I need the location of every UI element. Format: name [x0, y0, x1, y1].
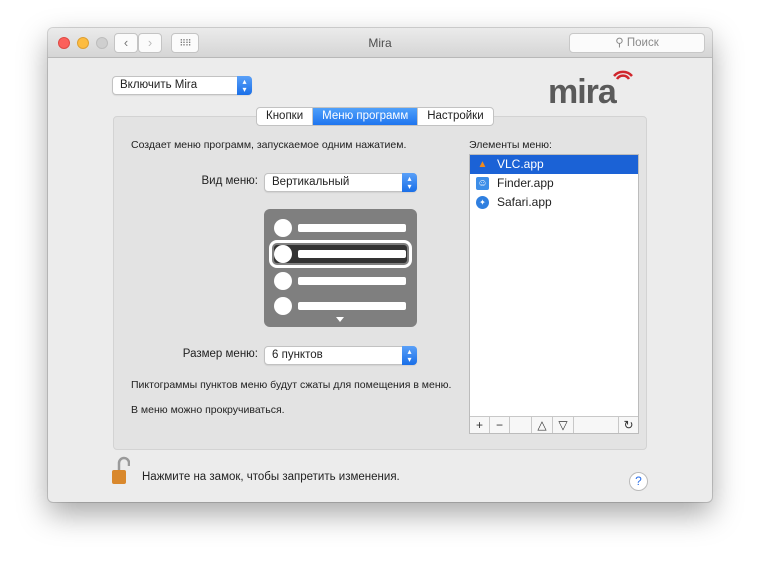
refresh-button[interactable]: ↻: [619, 417, 638, 433]
tab-app-menu[interactable]: Меню программ: [313, 108, 419, 125]
scroll-down-arrow-icon: [336, 317, 344, 322]
move-down-button[interactable]: ▽: [553, 417, 574, 433]
list-item[interactable]: ✦ Safari.app: [470, 193, 638, 212]
add-button[interactable]: +: [470, 417, 490, 433]
preview-row: [274, 297, 407, 315]
tab-buttons[interactable]: Кнопки: [257, 108, 314, 125]
tab-bar: Кнопки Меню программ Настройки: [256, 107, 494, 126]
lock-text: Нажмите на замок, чтобы запретить измене…: [142, 471, 400, 483]
item-label: VLC.app: [497, 157, 544, 171]
popup-arrows-icon: ▴ ▾: [402, 346, 417, 365]
svg-text:mira: mira: [548, 73, 618, 106]
popup-arrows-icon: ▴ ▾: [402, 173, 417, 192]
list-label: Элементы меню:: [469, 139, 552, 151]
preview-row-selected: [269, 240, 412, 268]
preview-row: [274, 219, 407, 237]
menu-preview: [264, 209, 417, 327]
description: Создает меню программ, запускаемое одним…: [131, 139, 407, 151]
menu-type-popup[interactable]: Вертикальный ▴ ▾: [264, 173, 417, 192]
menu-type-label: Вид меню:: [201, 175, 258, 187]
remove-button[interactable]: −: [490, 417, 510, 433]
title-bar: ‹ › ⠿⠿ Mira ⚲ Поиск: [48, 28, 712, 58]
mira-logo: mira: [548, 66, 638, 111]
menu-size-label: Размер меню:: [182, 348, 258, 360]
preview-row: [274, 272, 407, 290]
item-label: Finder.app: [497, 176, 554, 190]
note-icons-shrink: Пиктограммы пунктов меню будут сжаты для…: [131, 379, 452, 391]
help-button[interactable]: ?: [629, 472, 648, 491]
lock-icon[interactable]: [110, 455, 131, 487]
enable-mira-popup[interactable]: Включить Mira ▴ ▾: [112, 76, 252, 95]
search-placeholder: Поиск: [626, 37, 659, 49]
vlc-icon: ▲: [477, 159, 488, 170]
menu-items-list: ▲ VLC.app ☺ Finder.app ✦ Safari.app + − △ ▽…: [469, 154, 639, 434]
list-item[interactable]: ☺ Finder.app: [470, 174, 638, 193]
preferences-window: ‹ › ⠿⠿ Mira ⚲ Поиск Включить Mira ▴ ▾ mira…: [48, 28, 712, 502]
item-label: Safari.app: [497, 195, 552, 209]
list-item[interactable]: ▲ VLC.app: [470, 155, 638, 174]
move-up-button[interactable]: △: [532, 417, 553, 433]
menu-size-popup[interactable]: 6 пунктов ▴ ▾: [264, 346, 417, 365]
tab-settings[interactable]: Настройки: [418, 108, 492, 125]
search-field[interactable]: ⚲ Поиск: [569, 33, 705, 53]
safari-icon: ✦: [476, 196, 489, 209]
enable-mira-value: Включить Mira: [120, 79, 198, 91]
menu-size-value: 6 пунктов: [272, 349, 323, 361]
list-toolbar: + − △ ▽ ↻: [470, 416, 638, 433]
popup-arrows-icon: ▴ ▾: [237, 76, 252, 95]
spacer: [510, 417, 532, 433]
finder-icon: ☺: [476, 177, 489, 190]
spacer: [574, 417, 619, 433]
menu-type-value: Вертикальный: [272, 176, 350, 188]
magnifier-icon: ⚲: [615, 37, 627, 49]
note-scroll: В меню можно прокручиваться.: [131, 404, 285, 416]
